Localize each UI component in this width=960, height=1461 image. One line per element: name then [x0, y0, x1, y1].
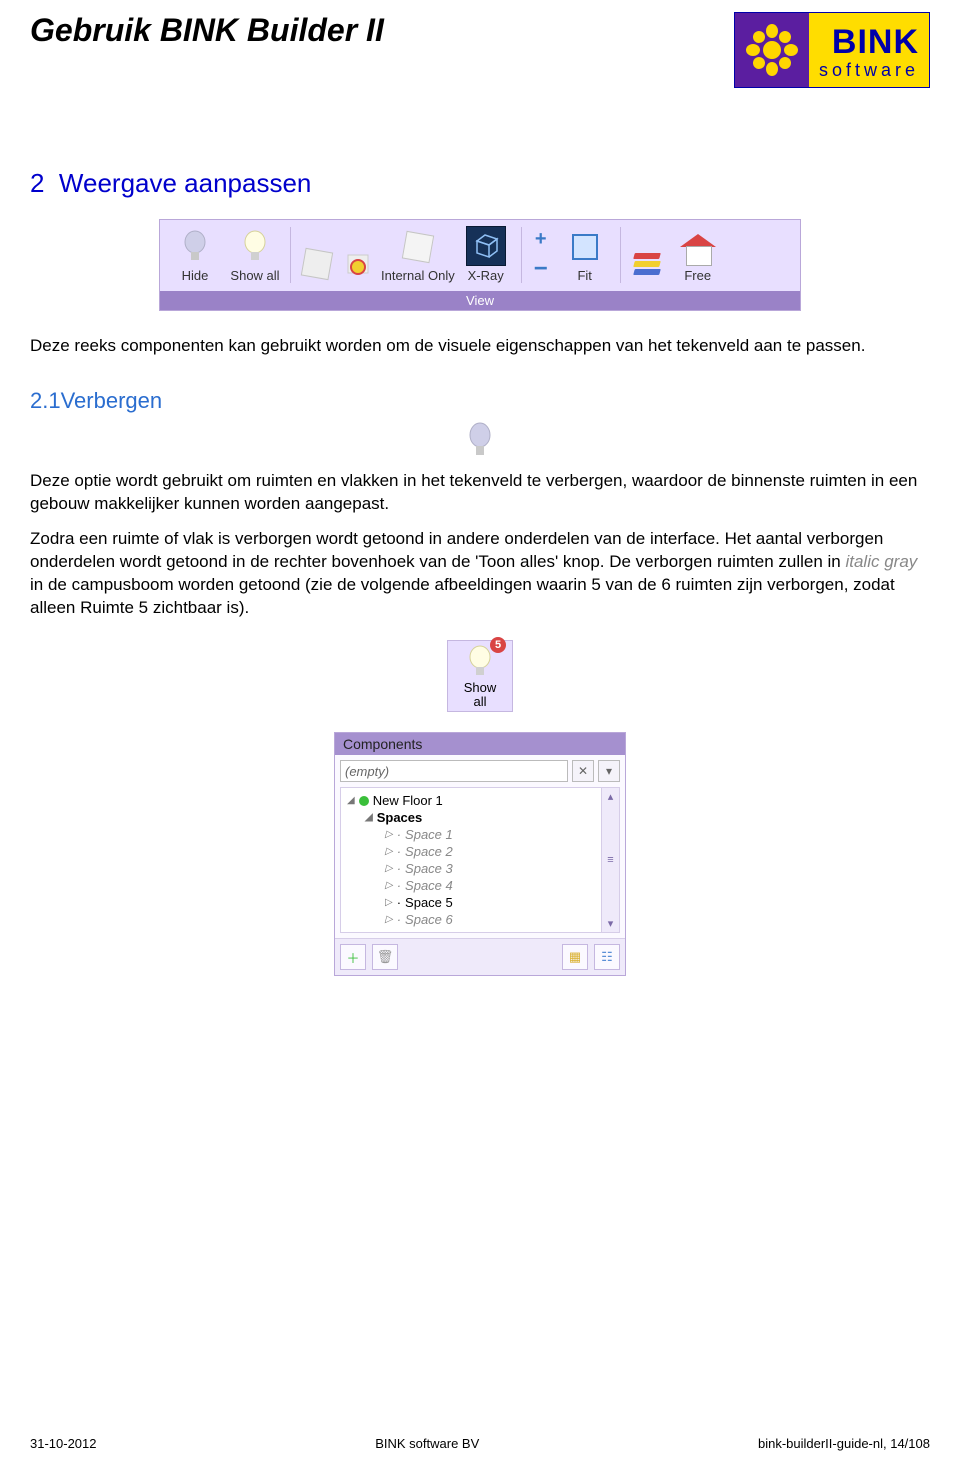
italic-gray-text: italic gray [845, 552, 917, 571]
separator [521, 227, 522, 283]
lightbulb-off-icon [467, 422, 493, 458]
cube-ghost-icon [402, 231, 434, 263]
components-filter-input[interactable] [340, 760, 568, 782]
ribbon-group-title: View [160, 291, 800, 310]
view-ribbon-figure: Hide Show all [30, 219, 930, 311]
scroll-down-icon: ▾ [608, 917, 614, 930]
tree-item-space-6[interactable]: ▷ · Space 6 [343, 911, 617, 928]
subsection-heading: 2.1Verbergen [30, 388, 930, 414]
footer-date: 31-10-2012 [30, 1436, 97, 1451]
document-footer: 31-10-2012 BINK software BV bink-builder… [30, 1436, 930, 1451]
filter-dropdown-button[interactable]: ▾ [598, 760, 620, 782]
flag-blue-icon [633, 269, 661, 275]
scroll-mark-icon: ≡ [607, 854, 613, 866]
ribbon-show-all-button[interactable]: Show all [226, 228, 284, 283]
ribbon-xray-button[interactable]: X-Ray [457, 226, 515, 283]
flag-yellow-icon [633, 261, 661, 267]
green-dot-icon [359, 796, 369, 806]
lightbulb-on-icon [236, 228, 274, 266]
subsection-p1: Deze optie wordt gebruikt om ruimten en … [30, 470, 930, 516]
trash-icon: 🗑 [377, 949, 394, 965]
components-panel: Components ✕ ▾ ◢ New Floor 1 ◢ Spaces [334, 732, 626, 976]
ribbon-zoom-out-button[interactable]: − [528, 255, 554, 283]
ribbon-zoom-in-button[interactable]: + [528, 228, 554, 251]
components-panel-title: Components [335, 733, 625, 755]
close-icon: ✕ [578, 764, 588, 778]
grid-view-button[interactable]: ▦ [562, 944, 588, 970]
components-panel-figure: Components ✕ ▾ ◢ New Floor 1 ◢ Spaces [30, 732, 930, 976]
tree-scrollbar[interactable]: ▴ ≡ ▾ [601, 788, 619, 932]
expand-icon: ▷ [385, 914, 393, 925]
chevron-down-icon: ▾ [606, 764, 612, 778]
tree-item-space-5[interactable]: ▷ · Space 5 [343, 894, 617, 911]
hidden-count-badge: 5 [490, 637, 506, 653]
xray-cube-icon [466, 226, 506, 266]
ribbon-fit-button[interactable]: Fit [556, 228, 614, 283]
flag-red-icon [633, 253, 661, 259]
house-icon [680, 234, 716, 266]
grid-icon: ▦ [569, 949, 581, 965]
lightbulb-on-icon [467, 645, 493, 679]
tree-group-spaces[interactable]: ◢ Spaces [343, 809, 617, 826]
bink-logo: BINK software [734, 12, 930, 88]
tree-item-space-4[interactable]: ▷ · Space 4 [343, 877, 617, 894]
expand-icon: ▷ [385, 846, 393, 857]
ribbon-cube-button-2[interactable] [339, 245, 379, 283]
expand-icon: ▷ [385, 897, 393, 908]
tree-item-space-2[interactable]: ▷ · Space 2 [343, 843, 617, 860]
inline-bulb-figure [30, 422, 930, 458]
logo-brand-text: BINK [832, 25, 919, 59]
list-view-button[interactable]: ☷ [594, 944, 620, 970]
scroll-up-icon: ▴ [608, 790, 614, 803]
document-title: Gebruik BINK Builder II [30, 12, 384, 49]
add-icon: ＋ [346, 948, 359, 967]
show-all-button[interactable]: 5 Showall [447, 640, 513, 713]
subsection-p2: Zodra een ruimte of vlak is verborgen wo… [30, 528, 930, 620]
plus-icon: + [535, 228, 547, 251]
cube-ghost-icon [301, 248, 333, 280]
collapse-icon: ◢ [347, 795, 355, 806]
separator [620, 227, 621, 283]
footer-company: BINK software BV [375, 1436, 479, 1451]
show-all-button-figure: 5 Showall [30, 640, 930, 713]
components-panel-footer: ＋ 🗑 ▦ ☷ [335, 938, 625, 975]
expand-icon: ▷ [385, 863, 393, 874]
section-heading: 2 Weergave aanpassen [30, 168, 930, 199]
minus-icon: − [534, 255, 548, 283]
ribbon-internal-only-button[interactable]: Internal Only [381, 228, 455, 283]
expand-icon: ▷ [385, 880, 393, 891]
sun-icon [735, 13, 809, 87]
ribbon-cube-button-1[interactable] [297, 245, 337, 283]
list-icon: ☷ [601, 949, 613, 965]
delete-component-button[interactable]: 🗑 [372, 944, 398, 970]
ribbon-flags-button[interactable] [627, 245, 667, 283]
collapse-icon: ◢ [365, 812, 373, 823]
globe-cube-icon [344, 249, 374, 279]
components-tree: ◢ New Floor 1 ◢ Spaces ▷ · Space 1 ▷ · S… [340, 787, 620, 933]
tree-root-floor[interactable]: ◢ New Floor 1 [343, 792, 617, 809]
clear-filter-button[interactable]: ✕ [572, 760, 594, 782]
fit-selection-icon [572, 234, 598, 260]
tree-item-space-1[interactable]: ▷ · Space 1 [343, 826, 617, 843]
section-intro: Deze reeks componenten kan gebruikt word… [30, 335, 930, 358]
lightbulb-off-icon [176, 228, 214, 266]
separator [290, 227, 291, 283]
expand-icon: ▷ [385, 829, 393, 840]
ribbon-free-button[interactable]: Free [669, 234, 727, 283]
tree-item-space-3[interactable]: ▷ · Space 3 [343, 860, 617, 877]
add-component-button[interactable]: ＋ [340, 944, 366, 970]
footer-page: bink-builderII-guide-nl, 14/108 [758, 1436, 930, 1451]
logo-sub-text: software [819, 61, 919, 79]
ribbon-hide-button[interactable]: Hide [166, 228, 224, 283]
document-header: Gebruik BINK Builder II [30, 0, 930, 88]
